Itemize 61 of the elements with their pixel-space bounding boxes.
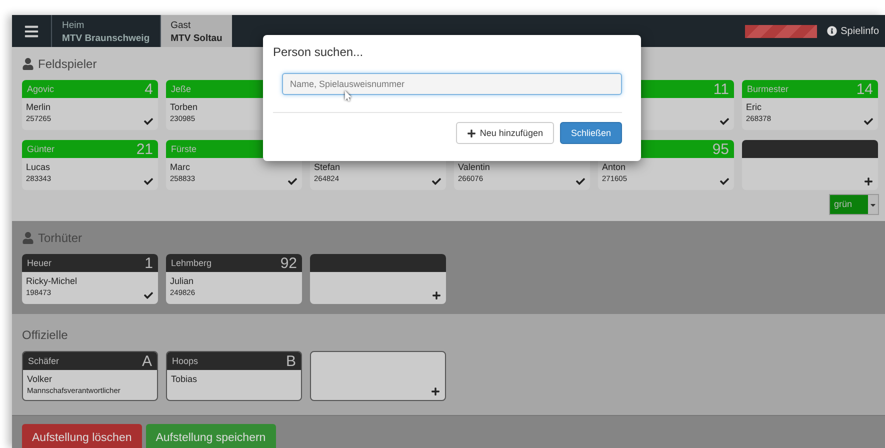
first-name: Volker bbox=[27, 374, 52, 385]
team-tab[interactable]: Gast MTV Soltau bbox=[160, 15, 232, 47]
check-icon bbox=[144, 291, 153, 300]
surname: Schäfer bbox=[28, 356, 60, 366]
section-title: Torhüter bbox=[38, 231, 82, 245]
first-name: Julian bbox=[170, 276, 194, 287]
jersey-number: 21 bbox=[136, 140, 153, 158]
check-icon bbox=[288, 177, 297, 186]
surname: Lehmberg bbox=[171, 258, 212, 268]
jersey-number: 11 bbox=[713, 80, 729, 98]
section-title: Offizielle bbox=[22, 328, 68, 342]
first-name: Valentin bbox=[458, 162, 490, 173]
jersey-number: 95 bbox=[712, 140, 729, 158]
surname: Agovic bbox=[27, 84, 54, 94]
jersey-number: 1 bbox=[144, 254, 153, 272]
jersey-number: 4 bbox=[144, 80, 153, 98]
dialog-title: Person suchen... bbox=[272, 44, 364, 59]
person-icon bbox=[22, 58, 34, 70]
check-icon bbox=[432, 177, 441, 186]
check-icon bbox=[576, 177, 585, 186]
empty-slot-card[interactable] bbox=[310, 351, 446, 401]
add-new-button[interactable]: Neu hinzufügen bbox=[456, 122, 554, 144]
empty-slot-card[interactable] bbox=[742, 140, 878, 190]
official-card[interactable]: Hoops B Tobias bbox=[166, 351, 302, 401]
jersey-number: 92 bbox=[280, 254, 297, 272]
surname: Heuer bbox=[27, 258, 52, 268]
person-icon bbox=[22, 232, 34, 244]
plus-icon[interactable] bbox=[432, 291, 441, 300]
section-title: Feldspieler bbox=[38, 57, 97, 71]
plus-icon[interactable] bbox=[864, 177, 873, 186]
close-button[interactable]: Schließen bbox=[560, 122, 622, 144]
surname: Fürste bbox=[171, 144, 197, 154]
first-name: Eric bbox=[746, 102, 762, 113]
surname: Günter bbox=[27, 144, 55, 154]
first-name: Anton bbox=[602, 162, 626, 173]
check-icon bbox=[720, 117, 729, 126]
first-name: Stefan bbox=[314, 162, 340, 173]
first-name: Lucas bbox=[26, 162, 50, 173]
first-name: Marc bbox=[170, 162, 190, 173]
empty-slot-card[interactable] bbox=[310, 254, 446, 304]
official-letter: B bbox=[286, 352, 296, 370]
info-icon bbox=[826, 26, 837, 36]
check-icon bbox=[144, 177, 153, 186]
check-icon bbox=[144, 117, 153, 126]
jersey-number: 14 bbox=[856, 80, 873, 98]
search-field[interactable]: Name, Spielausweisnummer bbox=[282, 73, 622, 95]
game-info-link[interactable]: Spielinfo bbox=[826, 26, 879, 36]
first-name: Tobias bbox=[171, 374, 198, 385]
first-name: Ricky-Michel bbox=[26, 276, 78, 287]
delete-lineup-button[interactable]: Aufstellung löschen bbox=[22, 424, 142, 448]
check-icon bbox=[720, 177, 729, 186]
menu-icon bbox=[24, 24, 39, 38]
first-name: Merlin bbox=[26, 102, 51, 113]
surname: Jeße bbox=[171, 84, 192, 94]
first-name: Torben bbox=[170, 102, 198, 113]
plus-icon[interactable] bbox=[431, 387, 440, 396]
plus-icon bbox=[466, 128, 476, 138]
surname: Hoops bbox=[172, 356, 198, 366]
check-icon bbox=[864, 117, 873, 126]
surname: Burmester bbox=[747, 84, 789, 94]
official-letter: A bbox=[142, 352, 152, 370]
